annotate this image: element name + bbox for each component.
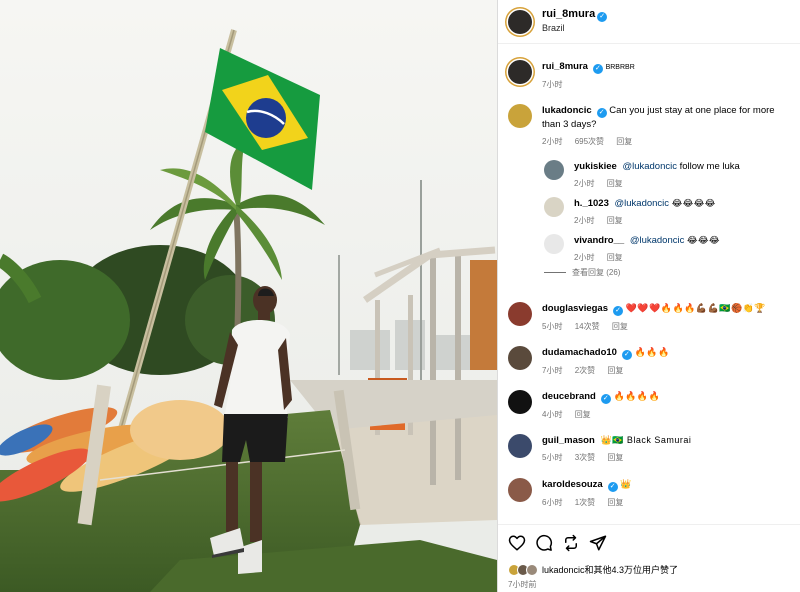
comment-item: deucebrand ✓ 🔥🔥🔥🔥 4小时 回复: [508, 390, 793, 421]
commenter-avatar[interactable]: [544, 197, 564, 217]
commenter-avatar[interactable]: [508, 302, 532, 326]
commenter-avatar[interactable]: [508, 390, 532, 414]
post-side-panel: rui_8mura ✓ Brazil rui_8mura ✓ BRBRBR 7小时 …: [497, 0, 800, 592]
comment-time: 2小时: [574, 253, 595, 262]
commenter-avatar[interactable]: [508, 104, 532, 128]
comment-item: douglasviegas ✓ ❤️❤️❤️🔥🔥🔥💪🏾💪🏾🇧🇷🏀👏🏆 5小时 14…: [508, 302, 793, 333]
commenter-username[interactable]: vivandro__: [574, 235, 624, 246]
mention-link[interactable]: @lukadoncic: [622, 161, 677, 172]
mention-link[interactable]: @lukadoncic: [615, 198, 670, 209]
reply-item: vivandro__ @lukadoncic 😂😂😂 2小时 回复: [544, 234, 793, 264]
verified-badge-icon: ✓: [621, 350, 632, 360]
comment-item: karoldesouza ✓ 👑 6小时 1次赞 回复: [508, 478, 793, 509]
comment-time: 2小时: [542, 137, 563, 146]
reply-button[interactable]: 回复: [616, 137, 632, 146]
view-replies-button[interactable]: 查看回复 (26): [544, 267, 620, 278]
reply-button[interactable]: 回复: [607, 453, 623, 462]
post-location[interactable]: Brazil: [542, 22, 607, 35]
verified-badge-icon: ✓: [607, 482, 618, 492]
reply-item: h._1023 @lukadoncic 😂😂😂😂 2小时 回复: [544, 197, 793, 227]
comment-text: 👑🇧🇷 Black Samurai: [600, 435, 692, 445]
comment-time: 5小时: [542, 453, 563, 462]
commenter-username[interactable]: lukadoncic: [542, 105, 592, 116]
repost-icon[interactable]: [562, 534, 580, 552]
comment-likes[interactable]: 14次赞: [575, 322, 600, 331]
divider-line: [544, 272, 566, 273]
reply-button[interactable]: 回复: [607, 253, 623, 262]
commenter-username[interactable]: h._1023: [574, 198, 609, 209]
liked-by-text: lukadoncic和其他4.3万位用户赞了: [542, 565, 679, 575]
verified-badge-icon: ✓: [597, 12, 608, 22]
comment-item: dudamachado10 ✓ 🔥🔥🔥 7小时 2次赞 回复: [508, 346, 793, 377]
caption-text: BRBRBR: [605, 64, 635, 71]
comment-text: ❤️❤️❤️🔥🔥🔥💪🏾💪🏾🇧🇷🏀👏🏆: [625, 303, 767, 313]
comment-item: guil_mason 👑🇧🇷 Black Samurai 5小时 3次赞 回复: [508, 434, 793, 464]
liker-avatars: [508, 563, 538, 576]
comment-likes[interactable]: 695次赞: [575, 137, 604, 146]
comment-icon[interactable]: [535, 534, 553, 552]
mention-link[interactable]: @lukadoncic: [630, 235, 685, 246]
comment-text: follow me luka: [679, 161, 740, 172]
reply-button[interactable]: 回复: [607, 216, 623, 225]
comment-likes[interactable]: 3次赞: [575, 453, 595, 462]
author-username[interactable]: rui_8mura: [542, 8, 595, 20]
liked-by[interactable]: lukadoncic和其他4.3万位用户赞了: [508, 563, 678, 576]
send-icon[interactable]: [589, 534, 607, 552]
caption-avatar[interactable]: [508, 60, 532, 84]
caption: rui_8mura ✓ BRBRBR 7小时: [508, 60, 793, 91]
reply-button[interactable]: 回复: [607, 366, 623, 375]
reply-item: yukiskiee @lukadoncic follow me luka 2小时…: [544, 160, 793, 190]
post-actions: lukadoncic和其他4.3万位用户赞了 7小时前: [498, 524, 800, 592]
comment-text: 😂😂😂: [687, 235, 721, 245]
comment-time: 7小时: [542, 366, 563, 375]
view-replies-label: 查看回复 (26): [572, 268, 621, 277]
avatar: [526, 563, 538, 576]
comment-time: 2小时: [574, 179, 595, 188]
commenter-username[interactable]: deucebrand: [542, 391, 596, 402]
comment-time: 5小时: [542, 322, 563, 331]
commenter-username[interactable]: guil_mason: [542, 435, 595, 446]
commenter-username[interactable]: douglasviegas: [542, 303, 608, 314]
commenter-avatar[interactable]: [544, 234, 564, 254]
comment-time: 4小时: [542, 410, 563, 419]
comment-text: 👑: [620, 479, 633, 489]
comments-list[interactable]: rui_8mura ✓ BRBRBR 7小时 lukadoncic ✓ Can yo…: [498, 44, 800, 524]
commenter-username[interactable]: yukiskiee: [574, 161, 617, 172]
commenter-username[interactable]: karoldesouza: [542, 479, 603, 490]
post-header: rui_8mura ✓ Brazil: [498, 0, 800, 44]
commenter-avatar[interactable]: [508, 478, 532, 502]
caption-time: 7小时: [542, 80, 563, 89]
caption-username[interactable]: rui_8mura: [542, 61, 588, 72]
verified-badge-icon: ✓: [592, 64, 603, 74]
comment-text: 🔥🔥🔥🔥: [613, 391, 661, 401]
post-timestamp[interactable]: 7小时前: [508, 579, 536, 590]
comment-time: 2小时: [574, 216, 595, 225]
reply-button[interactable]: 回复: [607, 179, 623, 188]
beach-photo-illustration: [0, 0, 497, 592]
comment-text: 🔥🔥🔥: [634, 347, 670, 357]
reply-button[interactable]: 回复: [612, 322, 628, 331]
verified-badge-icon: ✓: [596, 108, 607, 118]
comment-time: 6小时: [542, 498, 563, 507]
comment-text: 😂😂😂😂: [671, 198, 716, 208]
reply-button[interactable]: 回复: [607, 498, 623, 507]
commenter-avatar[interactable]: [508, 346, 532, 370]
commenter-avatar[interactable]: [508, 434, 532, 458]
verified-badge-icon: ✓: [613, 306, 623, 316]
comment-item: lukadoncic ✓ Can you just stay at one pla…: [508, 104, 793, 148]
heart-icon[interactable]: [508, 534, 526, 552]
post-photo[interactable]: [0, 0, 497, 592]
comment-likes[interactable]: 2次赞: [575, 366, 595, 375]
verified-badge-icon: ✓: [600, 394, 611, 404]
commenter-username[interactable]: dudamachado10: [542, 347, 617, 358]
author-avatar[interactable]: [508, 9, 532, 34]
reply-button[interactable]: 回复: [575, 410, 591, 419]
comment-likes[interactable]: 1次赞: [575, 498, 595, 507]
commenter-avatar[interactable]: [544, 160, 564, 180]
